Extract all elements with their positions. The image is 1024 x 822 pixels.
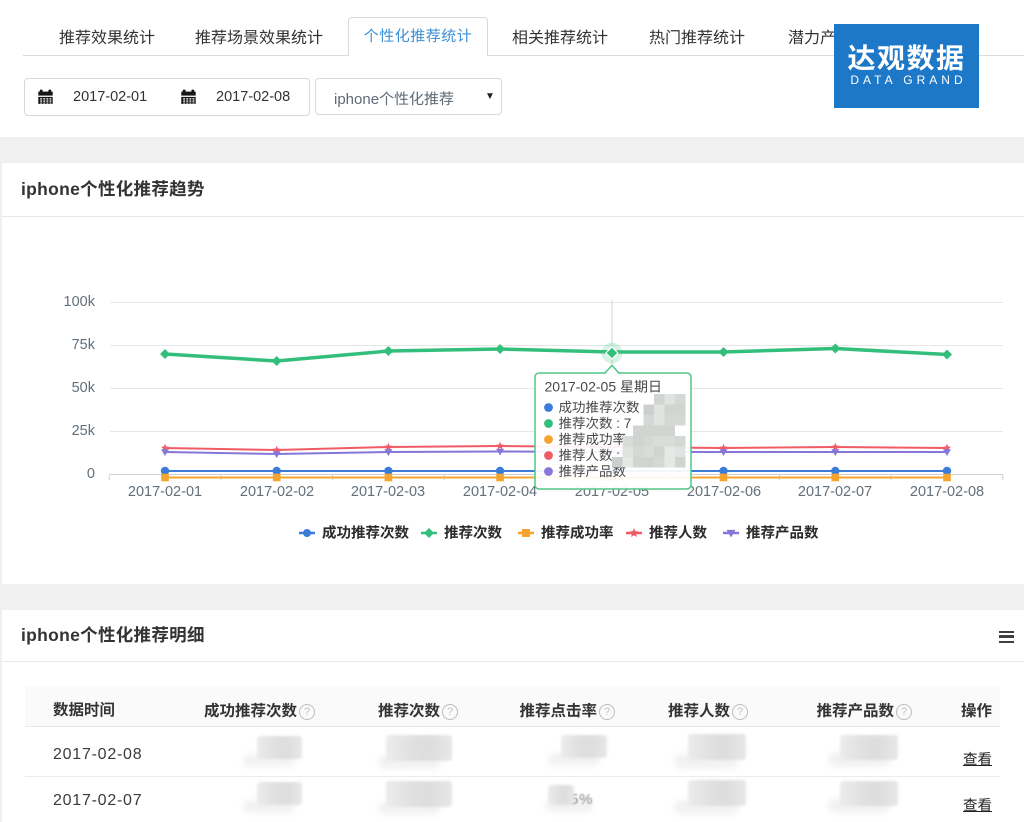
svg-text:2017-02-07: 2017-02-07 (798, 484, 872, 500)
svg-text:2017-02-02: 2017-02-02 (240, 484, 314, 500)
svg-text:2017-02-06: 2017-02-06 (687, 484, 761, 500)
svg-text:2017-02-08: 2017-02-08 (910, 484, 984, 500)
svg-text:推荐人数: 推荐人数 (649, 525, 707, 542)
svg-text:推荐次数 : 7: 推荐次数 : 7 (559, 416, 632, 431)
svg-text:推荐产品数: 推荐产品数 (746, 525, 819, 542)
svg-text:2017-02-01: 2017-02-01 (128, 484, 202, 500)
svg-text:推荐人数 :: 推荐人数 : (559, 448, 621, 463)
svg-text:2017-02-04: 2017-02-04 (463, 484, 537, 500)
svg-text:2017-02-03: 2017-02-03 (351, 484, 425, 500)
svg-text:成功推荐次数 :: 成功推荐次数 : (559, 400, 648, 415)
svg-text:推荐成功率: 推荐成功率 (541, 525, 614, 542)
svg-text:100k: 100k (64, 294, 96, 310)
svg-text:75k: 75k (72, 337, 96, 353)
svg-text:0: 0 (87, 466, 95, 482)
svg-text:推荐成功率: 推荐成功率 (559, 432, 627, 447)
svg-text:50k: 50k (72, 380, 96, 396)
svg-text:2017-02-05 星期日: 2017-02-05 星期日 (545, 379, 663, 395)
svg-text:成功推荐次数: 成功推荐次数 (322, 525, 409, 542)
svg-text:25k: 25k (72, 423, 96, 439)
svg-text:推荐次数: 推荐次数 (444, 525, 502, 542)
